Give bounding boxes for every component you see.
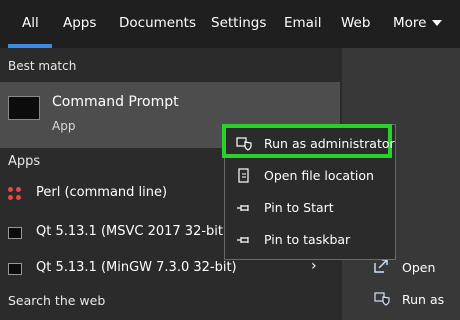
best-match-subtitle: App — [52, 119, 76, 133]
apps-heading: Apps — [8, 154, 41, 169]
menu-item-open-file-location[interactable]: Open file location — [226, 161, 394, 191]
pin-icon — [236, 200, 252, 216]
tab-email[interactable]: Email — [284, 0, 321, 46]
chevron-down-icon — [432, 20, 443, 26]
command-prompt-icon — [8, 96, 40, 120]
menu-item-label: Open file location — [264, 168, 374, 183]
chevron-right-icon[interactable]: › — [311, 258, 317, 274]
tab-documents[interactable]: Documents — [119, 0, 196, 46]
best-match-title: Command Prompt — [52, 94, 179, 110]
tab-web[interactable]: Web — [341, 0, 370, 46]
menu-item-label: Run as administrator — [264, 136, 395, 151]
menu-item-label: Pin to taskbar — [264, 232, 351, 247]
menu-item-pin-to-start[interactable]: Pin to Start — [226, 193, 394, 223]
tab-settings[interactable]: Settings — [211, 0, 266, 46]
tab-more-label: More — [393, 15, 427, 31]
menu-item-run-as-administrator[interactable]: Run as administrator — [226, 128, 395, 158]
details-run-as-action[interactable]: Run as — [402, 292, 444, 307]
tab-all[interactable]: All — [22, 0, 39, 46]
menu-item-pin-to-taskbar[interactable]: Pin to taskbar — [226, 225, 394, 255]
menu-item-label: Pin to Start — [264, 200, 334, 215]
perl-app-icon — [8, 187, 22, 201]
qt-app-icon — [8, 263, 22, 275]
best-match-heading: Best match — [8, 59, 77, 73]
pin-icon — [236, 232, 252, 248]
list-item-qt-mingw[interactable]: Qt 5.13.1 (MinGW 7.3.0 32-bit) — [36, 260, 237, 275]
qt-app-icon — [8, 227, 22, 239]
file-location-icon — [236, 168, 252, 184]
search-web-heading: Search the web — [8, 293, 106, 308]
tab-more[interactable]: More — [393, 0, 443, 46]
list-item-perl[interactable]: Perl (command line) — [36, 185, 167, 200]
tab-apps[interactable]: Apps — [63, 0, 96, 46]
shield-icon — [374, 290, 390, 306]
open-icon — [374, 258, 388, 273]
shield-icon — [236, 135, 252, 151]
details-open-action[interactable]: Open — [402, 260, 435, 275]
list-item-qt-msvc[interactable]: Qt 5.13.1 (MSVC 2017 32-bit — [36, 224, 223, 239]
